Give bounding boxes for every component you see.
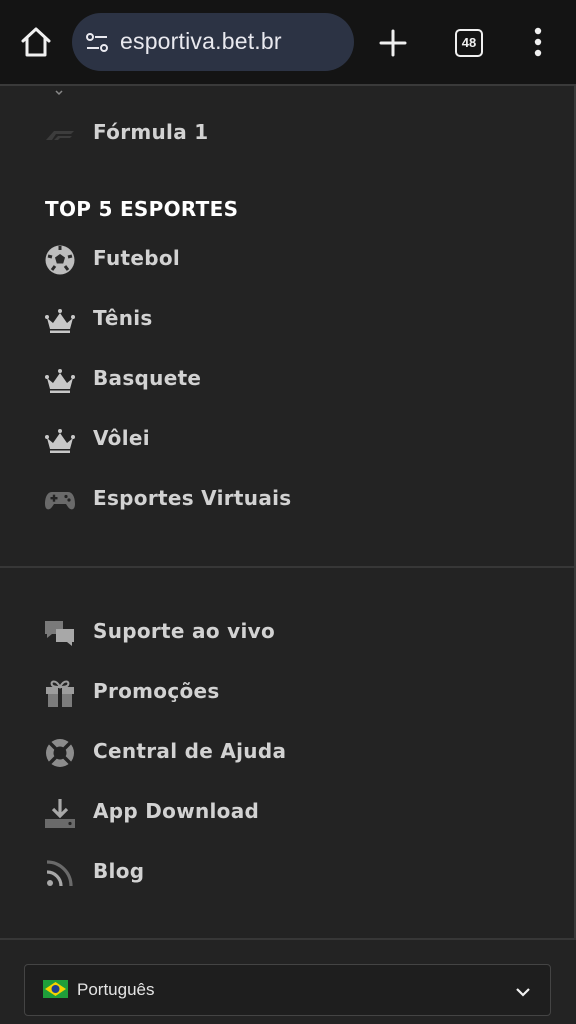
menu-item-futebol[interactable]: Futebol (0, 232, 576, 288)
browser-toolbar: esportiva.bet.br 48 (0, 0, 576, 84)
menu-item-label: Tênis (93, 306, 153, 330)
tab-switcher-button[interactable]: 48 (455, 29, 483, 57)
menu-item-label: Suporte ao vivo (93, 619, 276, 643)
menu-item-label: Esportes Virtuais (93, 486, 292, 510)
brazil-flag-icon (43, 980, 68, 998)
menu-item-label: App Download (93, 799, 260, 823)
download-icon (44, 797, 76, 829)
f1-logo-icon (44, 118, 76, 150)
menu-item-label: Blog (93, 859, 145, 883)
menu-item-basquete[interactable]: Basquete (0, 352, 576, 408)
crown-icon (44, 364, 76, 396)
language-select[interactable]: Português (24, 964, 551, 1016)
menu-item-suporte-ao-vivo[interactable]: Suporte ao vivo (0, 605, 576, 661)
menu-item-esportes-virtuais[interactable]: Esportes Virtuais (0, 472, 576, 528)
more-options-icon[interactable] (528, 26, 548, 58)
new-tab-icon[interactable] (378, 28, 408, 58)
menu-item-formula-1[interactable]: Fórmula 1 (0, 106, 576, 162)
menu-item-label: Basquete (93, 366, 202, 390)
language-select-value: Português (77, 980, 155, 999)
menu-item-label: Vôlei (93, 426, 150, 450)
lifebuoy-icon (44, 737, 76, 769)
crown-icon (44, 424, 76, 456)
chat-icon (44, 617, 76, 649)
section-divider (0, 938, 576, 940)
rss-icon (44, 857, 76, 889)
home-icon[interactable] (18, 24, 54, 60)
menu-item-volei[interactable]: Vôlei (0, 412, 576, 468)
soccer-ball-icon (44, 244, 76, 276)
menu-item-tenis[interactable]: Tênis (0, 292, 576, 348)
chevron-down-icon (515, 983, 531, 997)
menu-item-label: Promoções (93, 679, 220, 703)
menu-item-promocoes[interactable]: Promoções (0, 665, 576, 721)
gamepad-icon (44, 484, 76, 516)
menu-item-central-de-ajuda[interactable]: Central de Ajuda (0, 725, 576, 781)
menu-item-label: Futebol (93, 246, 181, 270)
address-bar[interactable]: esportiva.bet.br (72, 13, 354, 71)
chevron-down-icon (53, 82, 65, 96)
gift-icon (44, 677, 76, 709)
section-divider (0, 566, 574, 568)
crown-icon (44, 304, 76, 336)
menu-item-app-download[interactable]: App Download (0, 785, 576, 841)
menu-item-label: Fórmula 1 (93, 120, 209, 144)
toolbar-divider (0, 84, 576, 86)
menu-item-label: Central de Ajuda (93, 739, 287, 763)
section-title-top5: TOP 5 ESPORTES (45, 197, 239, 221)
url-text[interactable]: esportiva.bet.br (120, 28, 282, 55)
menu-item-blog[interactable]: Blog (0, 845, 576, 901)
site-settings-icon[interactable] (85, 32, 109, 54)
